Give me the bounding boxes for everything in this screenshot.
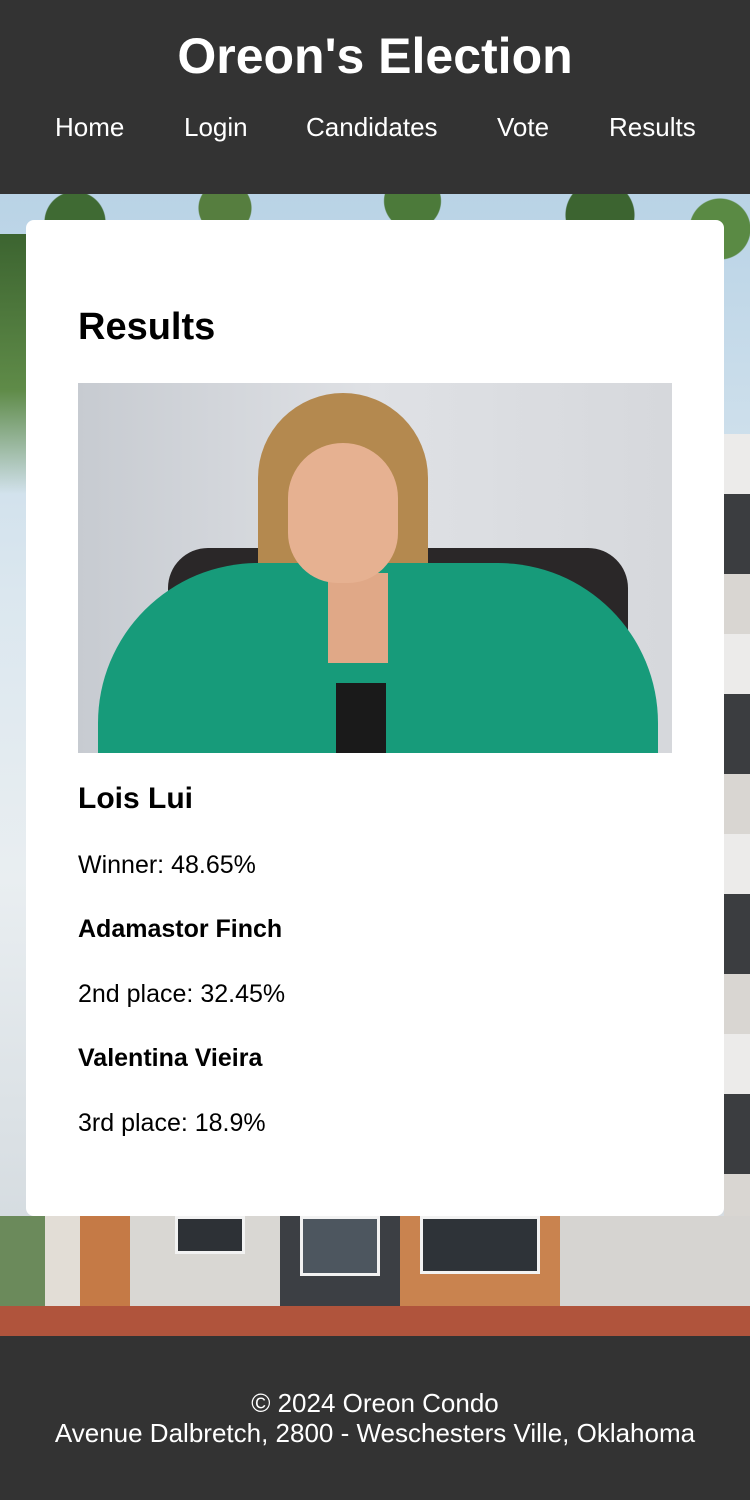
second-place-name: Adamastor Finch [78, 915, 283, 943]
results-card: Results Lois Lui Winner: 48.65% Adamasto… [26, 220, 724, 1216]
building-window [300, 1216, 380, 1276]
winner-name: Lois Lui [78, 782, 193, 815]
nav-candidates[interactable]: Candidates [306, 110, 438, 144]
winner-photo [78, 383, 672, 753]
third-place-name: Valentina Vieira [78, 1044, 263, 1072]
neck-shape [328, 573, 388, 663]
building-facade-bottom [0, 1216, 750, 1336]
building-facade-right [724, 434, 750, 1334]
nav-login[interactable]: Login [184, 110, 248, 144]
site-footer: © 2024 Oreon Condo Avenue Dalbretch, 280… [0, 1336, 750, 1500]
footer-copyright: © 2024 Oreon Condo [251, 1388, 499, 1418]
building-window [175, 1216, 245, 1254]
second-place-result: 2nd place: 32.45% [78, 980, 286, 1008]
site-header: Oreon's Election Home Login Candidates V… [0, 0, 750, 194]
site-title: Oreon's Election [177, 28, 573, 84]
nav-results[interactable]: Results [609, 110, 696, 144]
third-place-result: 3rd place: 18.9% [78, 1109, 266, 1137]
results-heading: Results [78, 306, 216, 348]
face-shape [288, 443, 398, 583]
main-nav: Home Login Candidates Vote Results [0, 110, 750, 144]
building-window [420, 1216, 540, 1274]
nav-vote[interactable]: Vote [497, 110, 549, 144]
winner-result: Winner: 48.65% [78, 851, 256, 879]
footer-address: Avenue Dalbretch, 2800 - Weschesters Vil… [54, 1418, 696, 1448]
top-shape [336, 683, 386, 753]
brick-wall [0, 1306, 750, 1336]
nav-home[interactable]: Home [55, 110, 124, 144]
